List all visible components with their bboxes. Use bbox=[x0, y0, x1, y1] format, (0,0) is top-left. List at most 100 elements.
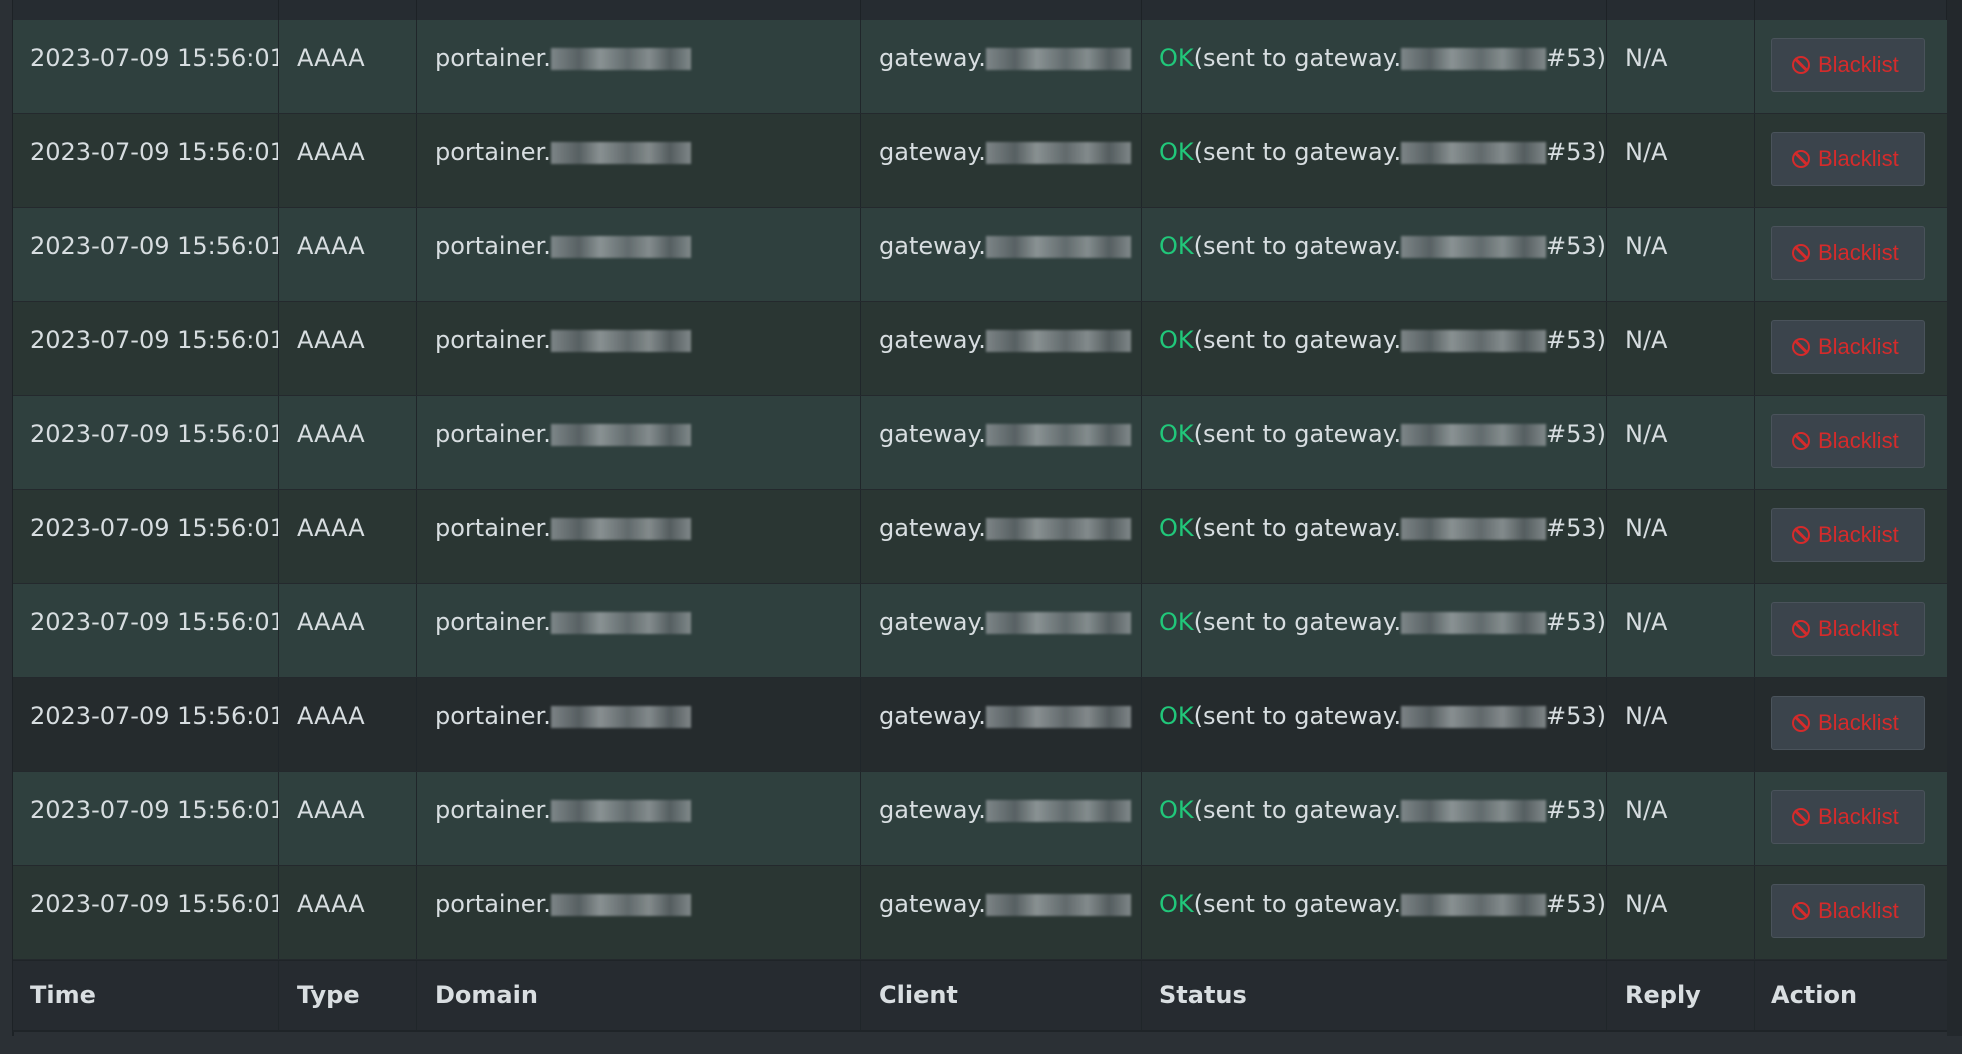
cell-reply: N/A bbox=[1607, 678, 1755, 771]
cell-type: AAAA bbox=[279, 20, 417, 113]
blacklist-label: Blacklist bbox=[1818, 146, 1899, 171]
time-text: 2023-07-09 15:56:01 bbox=[30, 138, 279, 166]
status-port-text: #53) bbox=[1545, 138, 1606, 166]
redacted-upstream bbox=[1401, 894, 1546, 916]
blacklist-button[interactable]: Blacklist bbox=[1771, 884, 1925, 938]
status-port-text: #53) bbox=[1545, 44, 1606, 72]
status-forward-text: (sent to gateway. bbox=[1193, 608, 1402, 636]
status-ok: OK bbox=[1159, 326, 1194, 354]
redacted-domain bbox=[550, 706, 691, 728]
type-text: AAAA bbox=[297, 514, 365, 542]
reply-text: N/A bbox=[1625, 702, 1668, 730]
cell-client[interactable]: gateway. bbox=[861, 678, 1142, 771]
blacklist-button[interactable]: Blacklist bbox=[1771, 320, 1925, 374]
cell-domain[interactable]: portainer. bbox=[417, 302, 861, 395]
redacted-client bbox=[985, 142, 1131, 164]
blacklist-button[interactable]: Blacklist bbox=[1771, 508, 1925, 562]
status-ok: OK bbox=[1159, 608, 1194, 636]
blacklist-button[interactable]: Blacklist bbox=[1771, 790, 1925, 844]
cell-domain[interactable]: portainer. bbox=[417, 20, 861, 113]
reply-text: N/A bbox=[1625, 890, 1668, 918]
blacklist-button[interactable]: Blacklist bbox=[1771, 38, 1925, 92]
client-text: gateway. bbox=[879, 514, 986, 542]
domain-text: portainer. bbox=[435, 702, 551, 730]
cell-domain[interactable]: portainer. bbox=[417, 208, 861, 301]
cell-reply: N/A bbox=[1607, 490, 1755, 583]
status-ok: OK bbox=[1159, 702, 1194, 730]
query-log-page: 2023-07-09 15:56:01 AAAA portainer. gate… bbox=[0, 0, 1962, 1054]
cell-domain[interactable]: portainer. bbox=[417, 866, 861, 959]
cell-client[interactable]: gateway. bbox=[861, 208, 1142, 301]
blacklist-label: Blacklist bbox=[1818, 898, 1899, 923]
time-text: 2023-07-09 15:56:01 bbox=[30, 420, 279, 448]
blacklist-button[interactable]: Blacklist bbox=[1771, 696, 1925, 750]
status-forward-text: (sent to gateway. bbox=[1193, 796, 1402, 824]
blacklist-button[interactable]: Blacklist bbox=[1771, 414, 1925, 468]
cell-status: OK (sent to gateway. #53) bbox=[1142, 772, 1607, 865]
cell-client[interactable]: gateway. bbox=[861, 490, 1142, 583]
cell-domain[interactable]: portainer. bbox=[417, 584, 861, 677]
redacted-domain bbox=[550, 142, 691, 164]
table-row: 2023-07-09 15:56:01 AAAA portainer. gate… bbox=[13, 490, 1947, 584]
cell-domain[interactable]: portainer. bbox=[417, 396, 861, 489]
cell-domain[interactable]: portainer. bbox=[417, 678, 861, 771]
status-forward-text: (sent to gateway. bbox=[1193, 326, 1402, 354]
blacklist-button[interactable]: Blacklist bbox=[1771, 132, 1925, 186]
column-header-reply[interactable]: Reply bbox=[1607, 961, 1755, 1030]
cell-status: OK (sent to gateway. #53) bbox=[1142, 20, 1607, 113]
redacted-domain bbox=[550, 800, 691, 822]
column-header-time[interactable]: Time bbox=[13, 961, 279, 1030]
cell-client[interactable]: gateway. bbox=[861, 866, 1142, 959]
status-ok: OK bbox=[1159, 44, 1194, 72]
cell-reply: N/A bbox=[1607, 772, 1755, 865]
cell-client[interactable]: gateway. bbox=[861, 772, 1142, 865]
cell-client[interactable]: gateway. bbox=[861, 302, 1142, 395]
redacted-upstream bbox=[1401, 800, 1546, 822]
cell-action: Blacklist bbox=[1755, 866, 1947, 959]
cell-reply: N/A bbox=[1607, 20, 1755, 113]
cell-action: Blacklist bbox=[1755, 490, 1947, 583]
client-text: gateway. bbox=[879, 702, 986, 730]
client-text: gateway. bbox=[879, 890, 986, 918]
cell-reply: N/A bbox=[1607, 866, 1755, 959]
cell-client[interactable]: gateway. bbox=[861, 584, 1142, 677]
reply-text: N/A bbox=[1625, 138, 1668, 166]
cell-time: 2023-07-09 15:56:01 bbox=[13, 208, 279, 301]
cell-domain[interactable]: portainer. bbox=[417, 490, 861, 583]
reply-text: N/A bbox=[1625, 44, 1668, 72]
reply-text: N/A bbox=[1625, 796, 1668, 824]
column-header-domain[interactable]: Domain bbox=[417, 961, 861, 1030]
cell-client[interactable]: gateway. bbox=[861, 396, 1142, 489]
redacted-client bbox=[985, 424, 1131, 446]
ban-icon bbox=[1792, 150, 1810, 168]
column-header-type[interactable]: Type bbox=[279, 961, 417, 1030]
table-top-strip bbox=[13, 0, 1947, 24]
redacted-domain bbox=[550, 48, 691, 70]
cell-domain[interactable]: portainer. bbox=[417, 772, 861, 865]
cell-status: OK (sent to gateway. #53) bbox=[1142, 302, 1607, 395]
cell-client[interactable]: gateway. bbox=[861, 114, 1142, 207]
page-bottom-band bbox=[0, 1036, 1962, 1054]
redacted-client bbox=[985, 48, 1131, 70]
blacklist-label: Blacklist bbox=[1818, 522, 1899, 547]
column-header-client[interactable]: Client bbox=[861, 961, 1142, 1030]
type-text: AAAA bbox=[297, 44, 365, 72]
column-header-status[interactable]: Status bbox=[1142, 961, 1607, 1030]
blacklist-button[interactable]: Blacklist bbox=[1771, 602, 1925, 656]
cell-reply: N/A bbox=[1607, 584, 1755, 677]
blacklist-button[interactable]: Blacklist bbox=[1771, 226, 1925, 280]
time-text: 2023-07-09 15:56:01 bbox=[30, 608, 279, 636]
domain-text: portainer. bbox=[435, 44, 551, 72]
domain-text: portainer. bbox=[435, 890, 551, 918]
redacted-client bbox=[985, 612, 1131, 634]
cell-domain[interactable]: portainer. bbox=[417, 114, 861, 207]
table-footer-header: Time Type Domain Client Status Reply Act… bbox=[13, 960, 1947, 1032]
status-port-text: #53) bbox=[1545, 232, 1606, 260]
page-right-edge bbox=[1947, 0, 1962, 1054]
redacted-domain bbox=[550, 330, 691, 352]
status-forward-text: (sent to gateway. bbox=[1193, 702, 1402, 730]
cell-time: 2023-07-09 15:56:01 bbox=[13, 396, 279, 489]
cell-client[interactable]: gateway. bbox=[861, 20, 1142, 113]
status-forward-text: (sent to gateway. bbox=[1193, 514, 1402, 542]
client-text: gateway. bbox=[879, 608, 986, 636]
